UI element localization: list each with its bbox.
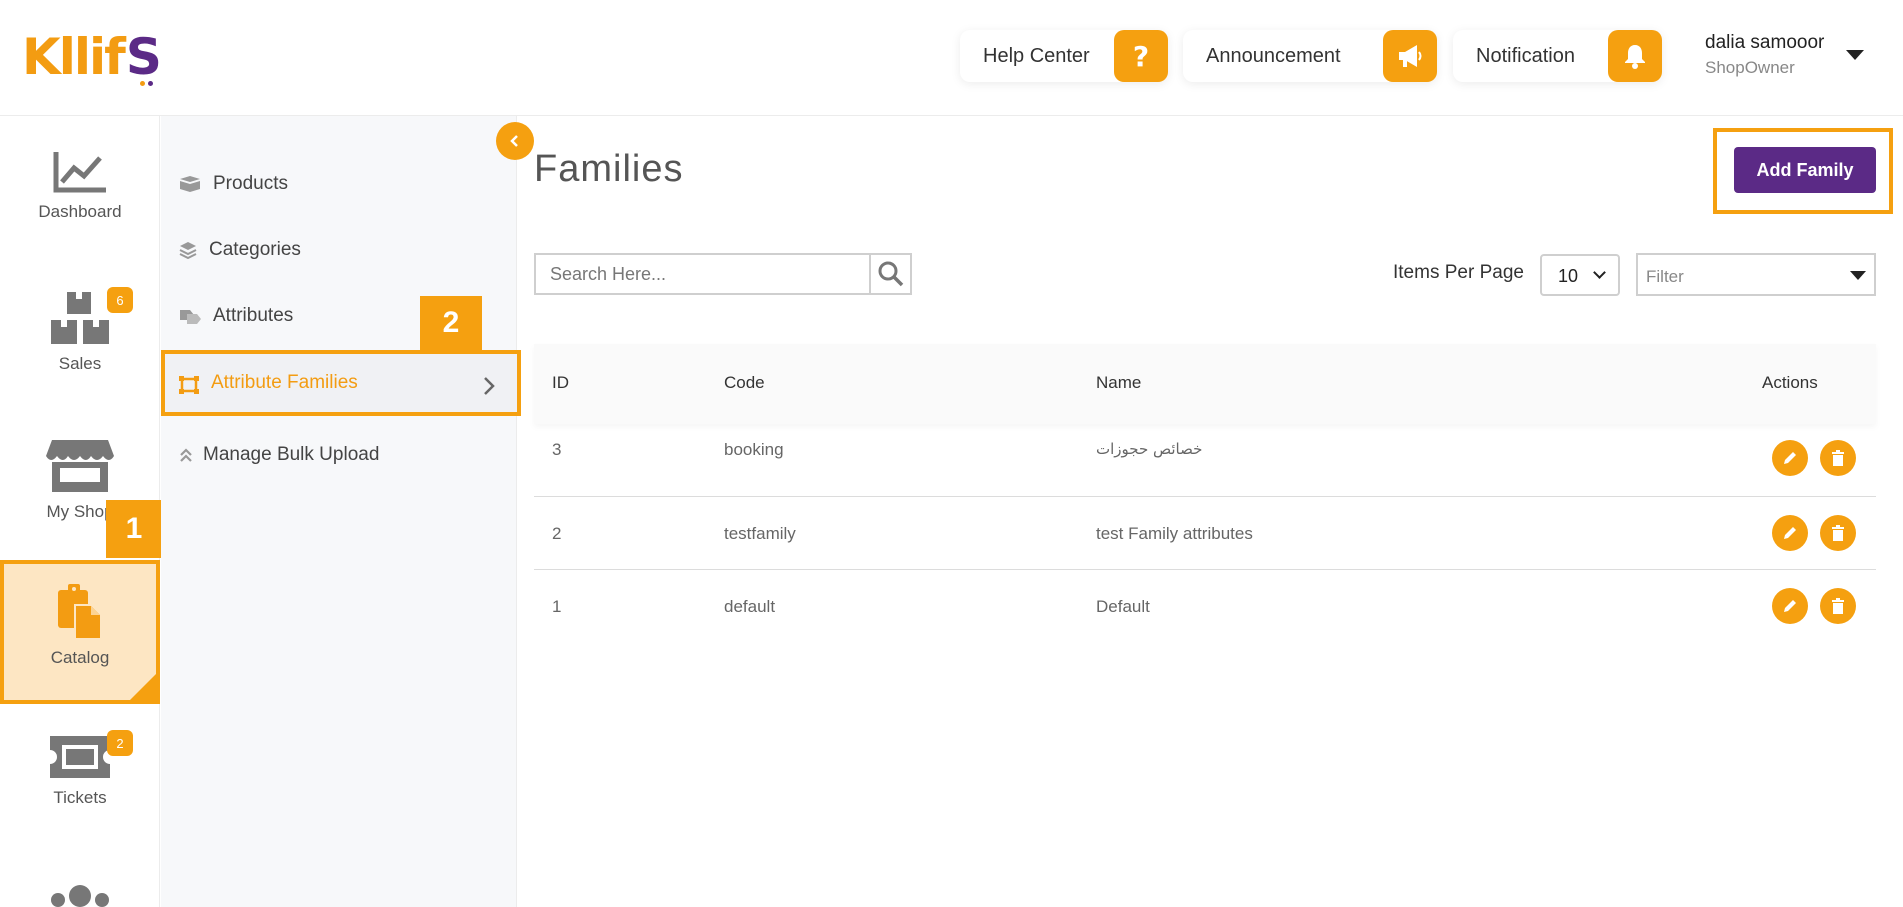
table-row: 1 default Default — [534, 570, 1876, 643]
notification-button[interactable]: Notification — [1453, 30, 1662, 82]
edit-button[interactable] — [1772, 588, 1808, 624]
announcement-label: Announcement — [1206, 44, 1341, 67]
logo-text-end: S — [125, 28, 162, 86]
sidebar-item-label: Catalog — [50, 648, 110, 667]
sidebar-item-catalog-content[interactable]: Catalog — [0, 584, 160, 668]
chart-icon — [53, 152, 106, 193]
search-icon — [878, 261, 903, 287]
submenu-item-attributes[interactable]: Attributes — [179, 305, 293, 327]
delete-button[interactable] — [1820, 588, 1856, 624]
cell-id: 1 — [552, 597, 562, 616]
trash-icon — [1832, 598, 1844, 614]
chevron-down-icon[interactable] — [1846, 50, 1864, 60]
ticket-icon — [50, 736, 110, 778]
announcement-button[interactable]: Announcement — [1183, 30, 1437, 82]
edit-button[interactable] — [1772, 515, 1808, 551]
cell-code: default — [724, 597, 776, 616]
question-icon: ? — [1114, 30, 1168, 82]
table-header: ID Code Name Actions — [534, 344, 1876, 424]
page-title: Families — [534, 148, 684, 190]
submenu-item-products[interactable]: Products — [179, 173, 288, 195]
cell-name: خصائص حجوزات — [1096, 440, 1203, 458]
table-row: 2 testfamily test Family attributes — [534, 497, 1876, 570]
column-header-actions: Actions — [1762, 373, 1818, 392]
cell-name: Default — [1096, 597, 1150, 616]
bell-icon — [1608, 30, 1662, 82]
sales-count-badge: 6 — [107, 287, 133, 313]
pencil-icon — [1784, 452, 1796, 464]
store-icon — [46, 440, 114, 492]
trash-icon — [1832, 525, 1844, 541]
filter-select[interactable]: Filter — [1636, 253, 1876, 296]
tags-icon — [179, 307, 201, 325]
step-1-marker: 1 — [106, 500, 162, 558]
layers-icon — [179, 241, 197, 259]
column-header-id[interactable]: ID — [552, 373, 569, 393]
pencil-icon — [1784, 527, 1796, 539]
submenu-item-categories[interactable]: Categories — [179, 239, 301, 261]
sidebar-item-dashboard[interactable]: Dashboard — [0, 150, 160, 222]
sidebar-item-label: Sales — [58, 354, 102, 373]
step-2-marker: 2 — [420, 296, 482, 350]
cell-code: testfamily — [724, 524, 796, 543]
sidebar-item-label: Tickets — [53, 788, 107, 807]
user-name: dalia samooor — [1705, 32, 1825, 53]
box-icon — [179, 175, 201, 193]
sidebar-item-tickets[interactable]: Tickets — [0, 734, 160, 808]
trash-icon — [1832, 450, 1844, 466]
submenu-item-bulk-upload[interactable]: Manage Bulk Upload — [179, 444, 379, 466]
help-center-button[interactable]: Help Center ? — [960, 30, 1168, 82]
logo-text: Kllif — [22, 28, 126, 86]
top-header: Kllif S Help Center ? Announcement Notif… — [0, 0, 1903, 116]
submenu-item-attribute-families[interactable]: Attribute Families — [161, 350, 521, 416]
submenu-item-label: Attribute Families — [211, 372, 358, 393]
chevron-left-icon — [510, 135, 518, 147]
edit-button[interactable] — [1772, 440, 1808, 476]
cell-name: test Family attributes — [1096, 524, 1253, 543]
notification-label: Notification — [1476, 44, 1575, 67]
help-center-label: Help Center — [983, 44, 1090, 67]
filter-placeholder: Filter — [1646, 267, 1684, 286]
search-input[interactable] — [534, 253, 870, 295]
submenu-item-label: Products — [213, 173, 288, 194]
items-per-page-value: 10 — [1558, 266, 1579, 286]
more-dots-icon — [51, 885, 109, 907]
column-header-name[interactable]: Name — [1096, 373, 1141, 393]
clipboard-icon — [58, 584, 102, 640]
delete-button[interactable] — [1820, 515, 1856, 551]
collapse-sidebar-button[interactable] — [496, 122, 534, 160]
user-role: ShopOwner — [1705, 58, 1795, 77]
pencil-icon — [1784, 600, 1796, 612]
active-corner-marker — [130, 674, 156, 700]
items-per-page-select[interactable]: 10 — [1540, 254, 1620, 296]
sidebar-item-more[interactable] — [0, 884, 160, 907]
items-per-page-label: Items Per Page — [1393, 262, 1524, 283]
cell-id: 2 — [552, 524, 562, 543]
submenu-item-label: Manage Bulk Upload — [203, 444, 380, 465]
brand-logo[interactable]: Kllif S — [22, 28, 162, 86]
chevron-right-icon — [483, 376, 495, 401]
double-chevron-up-icon — [179, 446, 193, 464]
table-row: 3 booking خصائص حجوزات — [534, 424, 1876, 497]
search-button[interactable] — [869, 253, 912, 295]
cell-code: booking — [724, 440, 784, 459]
megaphone-icon — [1383, 30, 1437, 82]
tickets-count-badge: 2 — [107, 730, 133, 756]
sidebar-item-sales[interactable]: Sales — [0, 292, 160, 374]
delete-button[interactable] — [1820, 440, 1856, 476]
sidebar-item-label: Dashboard — [38, 202, 122, 221]
catalog-submenu — [161, 116, 517, 907]
column-header-code[interactable]: Code — [724, 373, 765, 393]
frame-icon — [179, 376, 199, 399]
boxes-icon — [51, 292, 109, 344]
caret-down-icon — [1850, 271, 1866, 280]
chevron-down-icon — [1593, 266, 1606, 279]
submenu-item-label: Categories — [209, 239, 301, 260]
submenu-item-label: Attributes — [213, 305, 294, 326]
user-menu[interactable]: dalia samooor ShopOwner — [1705, 32, 1824, 78]
cell-id: 3 — [552, 440, 562, 459]
add-family-button[interactable]: Add Family — [1734, 147, 1876, 193]
